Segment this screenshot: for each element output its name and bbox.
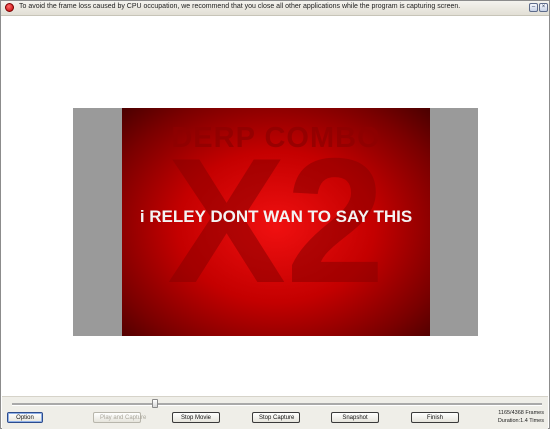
play-and-capture-button[interactable]: Play and Capture: [93, 412, 146, 423]
option-button[interactable]: Option: [7, 412, 43, 423]
title-message: To avoid the frame loss caused by CPU oc…: [19, 3, 461, 10]
timeline-slider[interactable]: [12, 403, 542, 406]
video-preview: DERP COMBO X2 i RELEY DONT WAN TO SAY TH…: [73, 108, 478, 336]
video-frame: DERP COMBO X2 i RELEY DONT WAN TO SAY TH…: [122, 108, 430, 336]
capture-canvas: DERP COMBO X2 i RELEY DONT WAN TO SAY TH…: [2, 16, 548, 396]
capture-window: To avoid the frame loss caused by CPU oc…: [0, 0, 550, 429]
video-caption: i RELEY DONT WAN TO SAY THIS: [139, 207, 413, 226]
title-bar: To avoid the frame loss caused by CPU oc…: [1, 1, 549, 16]
control-bar: Option Play and Capture Stop Movie Stop …: [2, 396, 548, 429]
snapshot-button[interactable]: Snapshot: [331, 412, 379, 423]
minimize-button[interactable]: –: [529, 3, 538, 12]
duration-readout: Duration:1.4 Times: [497, 418, 544, 424]
stop-capture-button[interactable]: Stop Capture: [252, 412, 300, 423]
close-button[interactable]: ×: [539, 3, 548, 12]
finish-button[interactable]: Finish: [411, 412, 459, 423]
capture-stats: 1165/4368 Frames Duration:1.4 Times: [498, 409, 544, 425]
app-icon: [5, 3, 14, 12]
frame-counter: 1165/4368 Frames: [498, 410, 544, 416]
timeline-slider-thumb[interactable]: [152, 399, 159, 408]
stop-movie-button[interactable]: Stop Movie: [172, 412, 220, 423]
